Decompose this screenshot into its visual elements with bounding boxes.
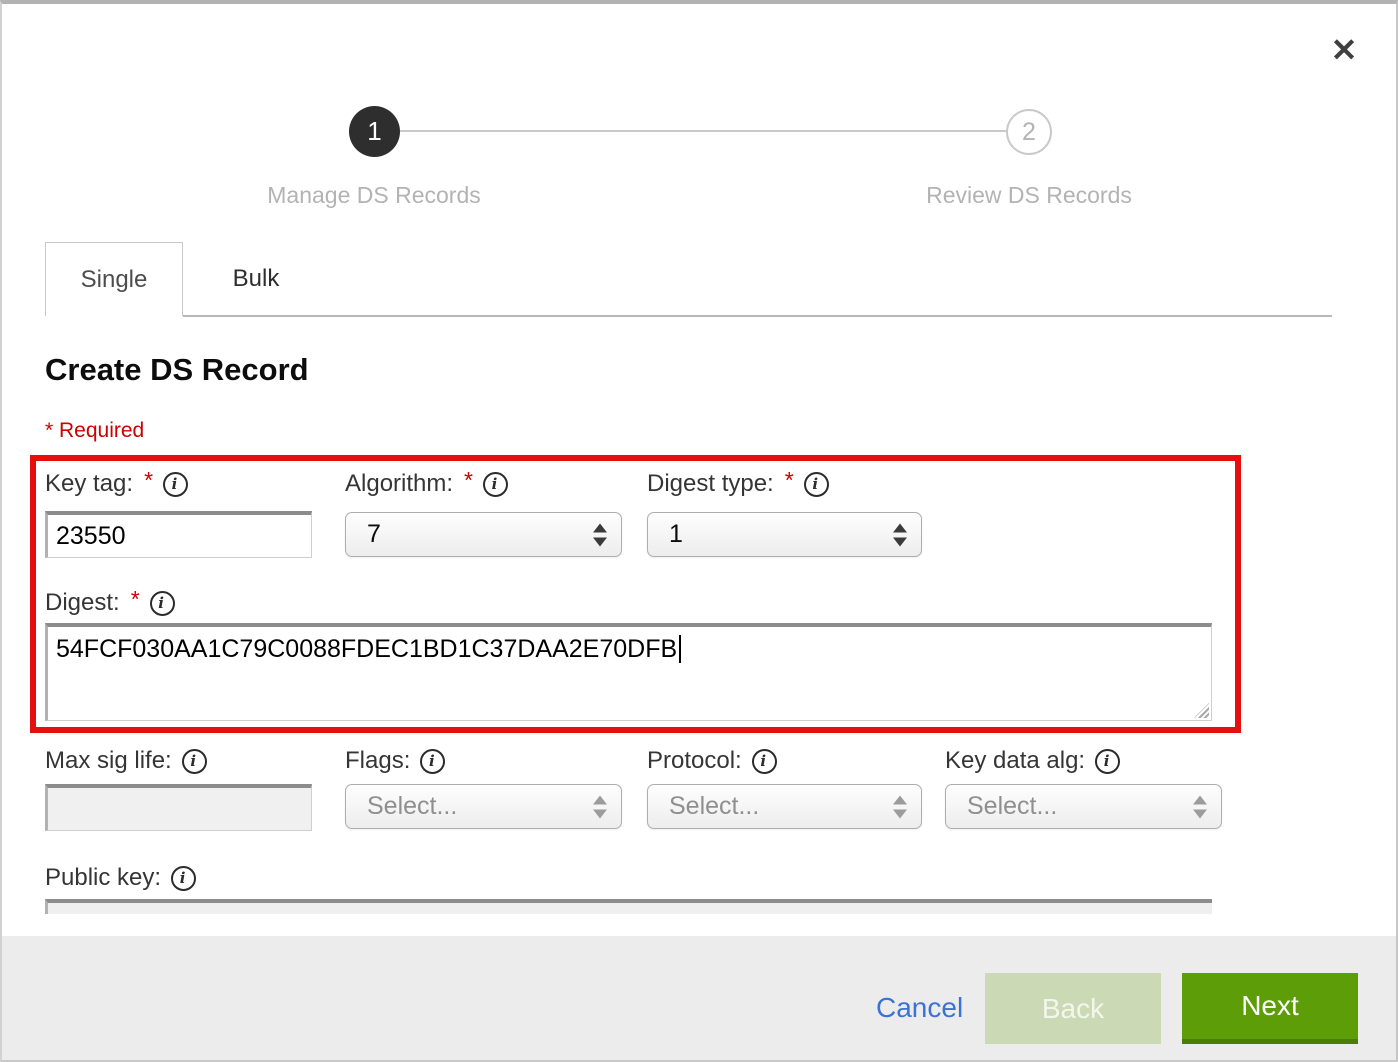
tab-single[interactable]: Single bbox=[45, 242, 183, 316]
info-icon[interactable]: i bbox=[752, 749, 777, 774]
tab-bulk-label: Bulk bbox=[233, 265, 280, 293]
create-ds-record-dialog: ✕ 1 2 Manage DS Records Review DS Record… bbox=[0, 0, 1398, 1062]
flags-label: Flags: i bbox=[345, 745, 445, 777]
select-arrows-icon bbox=[1193, 795, 1207, 818]
stepper-connector-line bbox=[400, 130, 1006, 132]
key-tag-label: Key tag: * i bbox=[45, 468, 188, 500]
step-2-circle: 2 bbox=[1006, 109, 1052, 155]
algorithm-select[interactable]: 7 bbox=[345, 512, 622, 557]
key-data-alg-label: Key data alg: i bbox=[945, 745, 1120, 777]
info-icon[interactable]: i bbox=[182, 749, 207, 774]
tab-bulk[interactable]: Bulk bbox=[185, 242, 327, 316]
back-button[interactable]: Back bbox=[985, 973, 1161, 1044]
info-icon[interactable]: i bbox=[171, 866, 196, 891]
cancel-button[interactable]: Cancel bbox=[876, 992, 963, 1024]
step-1-circle: 1 bbox=[349, 106, 400, 157]
required-asterisk: * bbox=[131, 586, 140, 613]
algorithm-select-value: 7 bbox=[367, 520, 381, 549]
next-button[interactable]: Next bbox=[1182, 973, 1358, 1044]
select-arrows-icon bbox=[893, 795, 907, 818]
required-note: * Required bbox=[45, 419, 144, 443]
select-arrows-icon bbox=[593, 795, 607, 818]
resize-handle-icon[interactable] bbox=[1194, 703, 1209, 718]
digest-type-select-value: 1 bbox=[669, 520, 683, 549]
select-arrows-icon bbox=[593, 523, 607, 546]
info-icon[interactable]: i bbox=[804, 472, 829, 497]
select-arrows-icon bbox=[893, 523, 907, 546]
protocol-label: Protocol: i bbox=[647, 745, 777, 777]
required-asterisk: * bbox=[464, 467, 473, 494]
text-caret bbox=[679, 635, 681, 663]
digest-value: 54FCF030AA1C79C0088FDEC1BD1C37DAA2E70DFB bbox=[56, 635, 677, 663]
page-title: Create DS Record bbox=[45, 352, 309, 388]
step-2-number: 2 bbox=[1022, 118, 1036, 147]
tab-strip-divider bbox=[183, 315, 1332, 317]
public-key-textarea[interactable] bbox=[45, 899, 1212, 914]
step-2-label: Review DS Records bbox=[899, 182, 1159, 209]
info-icon[interactable]: i bbox=[163, 472, 188, 497]
protocol-select-value: Select... bbox=[669, 792, 759, 821]
protocol-select[interactable]: Select... bbox=[647, 784, 922, 829]
digest-label: Digest: * i bbox=[45, 587, 175, 619]
flags-select-value: Select... bbox=[367, 792, 457, 821]
required-asterisk: * bbox=[785, 467, 794, 494]
public-key-label: Public key: i bbox=[45, 862, 196, 894]
tab-single-label: Single bbox=[81, 266, 148, 294]
key-data-alg-select-value: Select... bbox=[967, 792, 1057, 821]
info-icon[interactable]: i bbox=[420, 749, 445, 774]
key-tag-input[interactable] bbox=[45, 511, 312, 558]
max-sig-life-input[interactable] bbox=[45, 784, 312, 831]
algorithm-label: Algorithm: * i bbox=[345, 468, 508, 500]
digest-type-select[interactable]: 1 bbox=[647, 512, 922, 557]
flags-select[interactable]: Select... bbox=[345, 784, 622, 829]
info-icon[interactable]: i bbox=[483, 472, 508, 497]
required-asterisk: * bbox=[144, 467, 153, 494]
digest-type-label: Digest type: * i bbox=[647, 468, 829, 500]
max-sig-life-label: Max sig life: i bbox=[45, 745, 207, 777]
digest-textarea[interactable]: 54FCF030AA1C79C0088FDEC1BD1C37DAA2E70DFB bbox=[45, 623, 1212, 721]
info-icon[interactable]: i bbox=[1095, 749, 1120, 774]
step-1-number: 1 bbox=[367, 116, 381, 147]
key-data-alg-select[interactable]: Select... bbox=[945, 784, 1222, 829]
step-1-label: Manage DS Records bbox=[244, 182, 504, 209]
info-icon[interactable]: i bbox=[150, 591, 175, 616]
close-icon[interactable]: ✕ bbox=[1322, 28, 1366, 72]
